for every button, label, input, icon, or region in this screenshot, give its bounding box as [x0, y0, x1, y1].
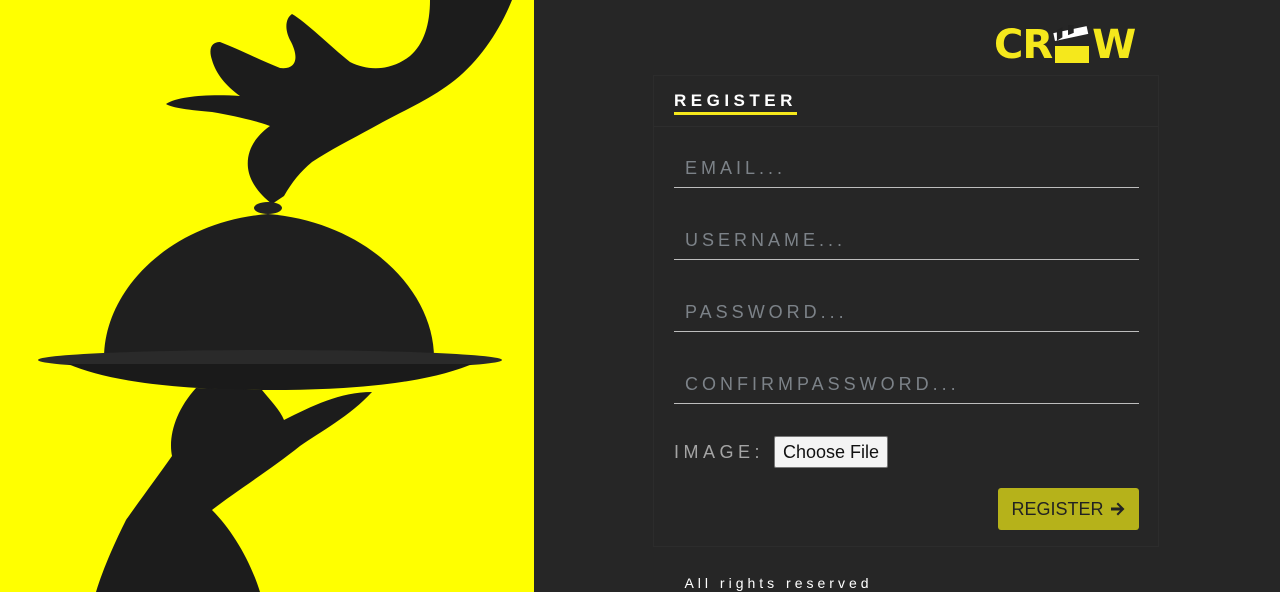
register-button[interactable]: REGISTER	[998, 488, 1139, 530]
clapperboard-icon	[1053, 25, 1090, 63]
footer-text: All rights reserved	[684, 575, 873, 591]
register-button-label: REGISTER	[1011, 498, 1104, 519]
logo-text-right: W	[1092, 22, 1136, 68]
password-input[interactable]	[674, 294, 1139, 332]
confirm-password-input[interactable]	[674, 366, 1139, 404]
card-title: REGISTER	[674, 92, 797, 115]
email-input[interactable]	[674, 150, 1139, 188]
card-header: REGISTER	[654, 76, 1158, 127]
image-label: IMAGE:	[674, 442, 765, 462]
logo-text-left: CR	[994, 22, 1053, 68]
crew-logo: CR W	[994, 22, 1136, 68]
choose-file-button[interactable]: Choose File	[774, 436, 888, 468]
username-input[interactable]	[674, 222, 1139, 260]
hero-image	[0, 0, 534, 592]
cloche-hands-illustration	[38, 0, 512, 592]
arrow-right-icon	[1110, 502, 1124, 516]
